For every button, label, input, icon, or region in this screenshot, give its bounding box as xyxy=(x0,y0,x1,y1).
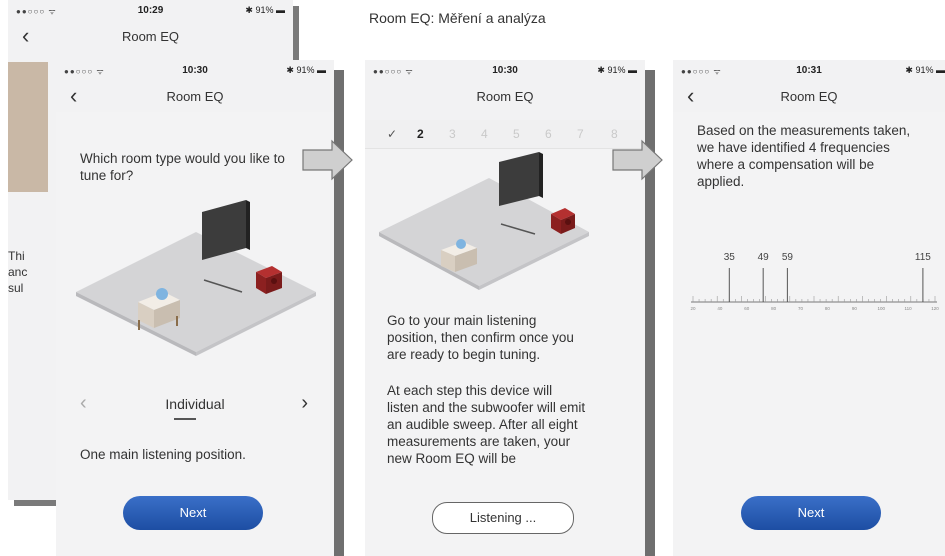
nav-bar: ‹ Room EQ xyxy=(673,82,945,112)
status-bar: ●●○○○ ᯤ 10:31 ✱ 91% ▬ xyxy=(673,60,945,82)
status-bar: ●●○○○ ᯤ 10:30 ✱ 91% ▬ xyxy=(56,60,334,82)
listening-position-instruction: Go to your main listening position, then… xyxy=(387,313,574,362)
step-7: 7 xyxy=(577,127,584,141)
nav-title: Room EQ xyxy=(476,89,534,104)
step-3: 3 xyxy=(449,127,456,141)
next-button[interactable]: Next xyxy=(123,496,263,530)
right-arrow-icon xyxy=(612,139,663,181)
nav-title: Room EQ xyxy=(121,29,180,44)
chart-axis-tick-label: 90 xyxy=(852,306,858,311)
frequency-label: 35 xyxy=(724,252,736,263)
measurement-screen: ●●○○○ ᯤ 10:30 ✱ 91% ▬ Room EQ ✓ 2 3 4 5 … xyxy=(365,60,645,556)
battery-indicator: ✱ 91% ▬ xyxy=(245,5,285,15)
measurement-explanation: At each step this device will listen and… xyxy=(387,383,586,466)
chart-axis-tick-label: 70 xyxy=(798,306,804,311)
chart-axis-tick-label: 80 xyxy=(825,306,831,311)
frequency-label: 59 xyxy=(782,252,794,263)
chart-axis-tick-label: 60 xyxy=(744,306,750,311)
step-complete-check-icon: ✓ xyxy=(387,127,398,141)
battery-indicator: ✱ 91% ▬ xyxy=(905,65,945,75)
chart-axis-tick-label: 80 xyxy=(771,306,777,311)
chart-axis-tick-label: 100 xyxy=(877,306,885,311)
next-chevron-icon[interactable]: › xyxy=(301,392,308,415)
selection-indicator xyxy=(174,418,196,420)
nav-bar: ‹ Room EQ xyxy=(56,82,334,112)
nav-title: Room EQ xyxy=(166,89,224,104)
frequency-label: 49 xyxy=(758,252,770,263)
room-type-screen: ●●○○○ ᯤ 10:30 ✱ 91% ▬ ‹ Room EQ Which ro… xyxy=(56,60,334,556)
chart-axis-tick-label: 40 xyxy=(717,306,723,311)
status-time: 10:31 xyxy=(796,65,822,76)
frequency-chart: 35 49 59 115 20 40 60 80 70 80 90 100 110 120 xyxy=(690,252,939,311)
partial-text: Thi anc sul xyxy=(8,249,28,295)
next-button[interactable]: Next xyxy=(741,496,881,530)
status-bar: ●●○○○ ᯤ 10:30 ✱ 91% ▬ xyxy=(365,60,645,82)
screen-content: ✓ 2 3 4 5 6 7 8 Go to your main listenin… xyxy=(365,120,645,556)
room-illustration xyxy=(76,200,316,356)
room-illustration xyxy=(379,152,589,290)
status-bar: ●●○○○ ᯤ 10:29 ✱ 91% ▬ xyxy=(8,0,293,22)
room-type-selector: ‹ Individual › xyxy=(56,390,334,420)
step-2: 2 xyxy=(417,127,424,141)
step-6: 6 xyxy=(545,127,552,141)
chart-axis-tick-label: 20 xyxy=(690,306,696,311)
frequency-label: 115 xyxy=(915,252,931,263)
step-5: 5 xyxy=(513,127,520,141)
listening-button[interactable]: Listening ... xyxy=(432,502,574,534)
right-arrow-icon xyxy=(302,139,353,181)
room-type-question: Which room type would you like to tune f… xyxy=(80,151,285,183)
screen-content: Based on the measurements taken, we have… xyxy=(673,112,945,556)
result-description: Based on the measurements taken, we have… xyxy=(697,123,911,189)
screen-content: Which room type would you like to tune f… xyxy=(56,112,334,556)
room-type-label: Individual xyxy=(165,396,225,412)
nav-title: Room EQ xyxy=(780,89,838,104)
nav-bar: Room EQ xyxy=(365,82,645,112)
nav-bar: ‹ Room EQ xyxy=(8,22,293,52)
room-type-description: One main listening position. xyxy=(80,447,246,462)
page-caption: Room EQ: Měření a analýza xyxy=(369,10,546,26)
analysis-result-screen: ●●○○○ ᯤ 10:31 ✱ 91% ▬ ‹ Room EQ Based on… xyxy=(673,60,945,556)
battery-indicator: ✱ 91% ▬ xyxy=(286,65,326,75)
step-indicator: ✓ 2 3 4 5 6 7 8 xyxy=(365,120,645,149)
room-photo-fragment xyxy=(8,62,48,192)
step-4: 4 xyxy=(481,127,488,141)
chart-axis-tick-label: 110 xyxy=(905,306,913,311)
battery-indicator: ✱ 91% ▬ xyxy=(597,65,637,75)
chart-axis-tick-label: 120 xyxy=(931,306,939,311)
